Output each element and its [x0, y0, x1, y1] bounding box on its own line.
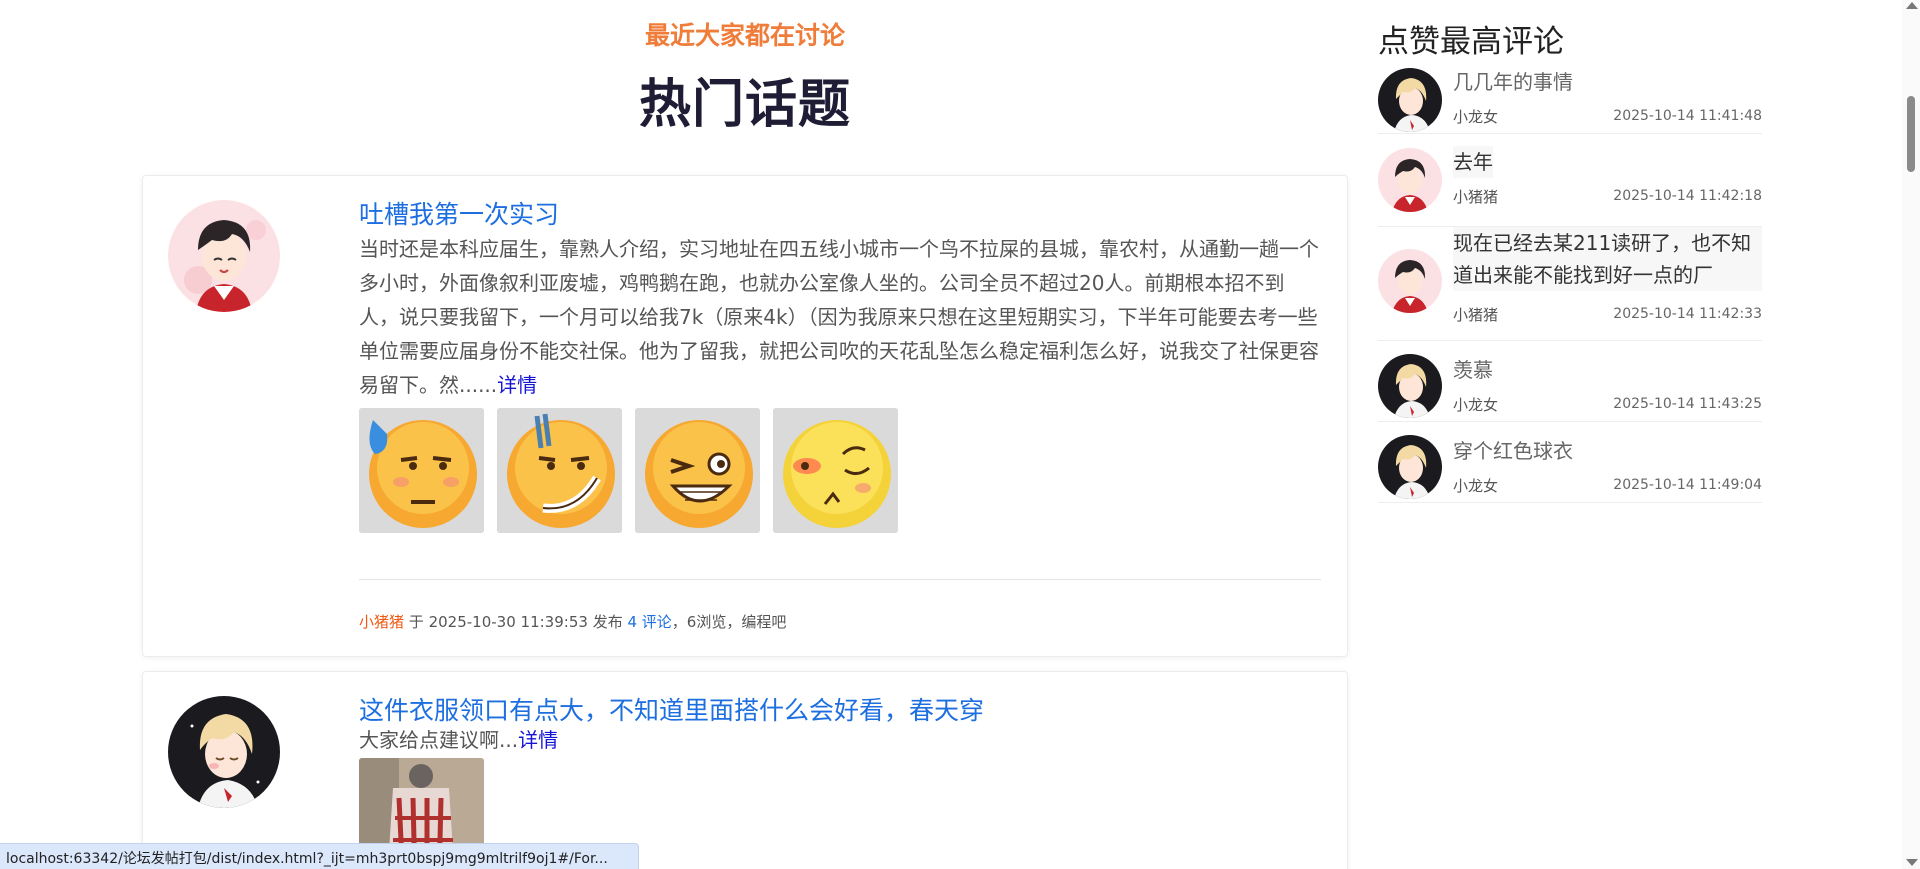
- commenter-avatar[interactable]: [1378, 249, 1442, 313]
- post-title-link[interactable]: 这件衣服领口有点大，不知道里面搭什么会好看，春天穿: [359, 694, 984, 728]
- post-card: 吐槽我第一次实习 当时还是本科应届生，靠熟人介绍，实习地址在四五线小城市一个鸟不…: [142, 175, 1348, 657]
- comment-text[interactable]: 现在已经去某211读研了，也不知道出来能不能找到好一点的厂: [1453, 227, 1762, 291]
- post-excerpt-text: 大家给点建议啊...: [359, 728, 519, 752]
- top-comments-list: 几几年的事情 小龙女 2025-10-14 11:41:48 去年 小猪猪 20…: [1378, 66, 1762, 503]
- meta-published: 发布: [592, 613, 623, 631]
- comment-text[interactable]: 去年: [1453, 146, 1493, 178]
- comment-time: 2025-10-14 11:49:04: [1613, 477, 1762, 493]
- post-date: 2025-10-30 11:39:53: [428, 613, 588, 631]
- detail-link[interactable]: 详情: [518, 728, 558, 752]
- comment-user: 小龙女: [1453, 396, 1499, 414]
- post-image-thumbnail[interactable]: [359, 408, 484, 533]
- post-image-thumbnail[interactable]: [635, 408, 760, 533]
- comment-item: 羡慕 小龙女 2025-10-14 11:43:25: [1378, 341, 1762, 422]
- forum-page: 最近大家都在讨论 热门话题 吐槽我第一次实习 当时还是本科应届生，靠熟人介绍，实…: [0, 0, 1920, 869]
- comment-time: 2025-10-14 11:41:48: [1613, 108, 1762, 124]
- page-scrollbar[interactable]: [1902, 0, 1920, 869]
- comment-item: 穿个红色球衣 小龙女 2025-10-14 11:49:04: [1378, 422, 1762, 503]
- post-excerpt: 大家给点建议啊...详情: [359, 728, 1321, 752]
- scroll-down-arrow-icon[interactable]: [1906, 859, 1918, 866]
- comment-time: 2025-10-14 11:42:33: [1613, 306, 1762, 322]
- sidebar-title: 点赞最高评论: [1378, 24, 1564, 60]
- commenter-avatar[interactable]: [1378, 68, 1442, 132]
- scrollbar-thumb[interactable]: [1907, 96, 1915, 172]
- post-comments-link[interactable]: 4 评论: [627, 613, 671, 631]
- section-subtitle: 最近大家都在讨论: [644, 21, 845, 50]
- comment-text[interactable]: 几几年的事情: [1453, 66, 1573, 98]
- author-avatar[interactable]: [168, 200, 280, 312]
- comment-item: 去年 小猪猪 2025-10-14 11:42:18: [1378, 146, 1762, 227]
- post-meta: 小猪猪 于 2025-10-30 11:39:53 发布 4 评论，6浏览，编程…: [359, 611, 786, 632]
- comment-text[interactable]: 羡慕: [1453, 354, 1493, 386]
- scroll-up-arrow-icon[interactable]: [1906, 2, 1918, 9]
- commenter-avatar[interactable]: [1378, 354, 1442, 418]
- meta-at: 于: [408, 613, 424, 631]
- comment-time: 2025-10-14 11:42:18: [1613, 188, 1762, 204]
- comment-user: 小龙女: [1453, 108, 1499, 126]
- status-bar-url: localhost:63342/论坛发帖打包/dist/index.html?_…: [0, 843, 639, 869]
- section-title: 热门话题: [638, 75, 851, 135]
- post-card: 这件衣服领口有点大，不知道里面搭什么会好看，春天穿 大家给点建议啊...详情: [142, 671, 1348, 869]
- post-divider: [359, 579, 1321, 580]
- post-author-link[interactable]: 小猪猪: [359, 613, 404, 631]
- comment-time: 2025-10-14 11:43:25: [1613, 396, 1762, 412]
- post-title-link[interactable]: 吐槽我第一次实习: [359, 198, 559, 232]
- comment-item: 现在已经去某211读研了，也不知道出来能不能找到好一点的厂 小猪猪 2025-1…: [1378, 227, 1762, 341]
- post-excerpt: 当时还是本科应届生，靠熟人介绍，实习地址在四五线小城市一个鸟不拉屎的县城，靠农村…: [359, 232, 1321, 402]
- comment-user: 小猪猪: [1453, 188, 1499, 206]
- author-avatar[interactable]: [168, 696, 280, 808]
- comment-item: 几几年的事情 小龙女 2025-10-14 11:41:48: [1378, 66, 1762, 134]
- comment-user: 小龙女: [1453, 477, 1499, 495]
- comment-text[interactable]: 穿个红色球衣: [1453, 435, 1573, 467]
- comment-user: 小猪猪: [1453, 306, 1499, 324]
- post-meta-stats: ，6浏览，编程吧: [671, 613, 787, 631]
- detail-link[interactable]: 详情: [497, 373, 537, 397]
- commenter-avatar[interactable]: [1378, 148, 1442, 212]
- post-image-thumbnail[interactable]: [773, 408, 898, 533]
- post-images: [359, 408, 1321, 533]
- commenter-avatar[interactable]: [1378, 435, 1442, 499]
- post-image-thumbnail[interactable]: [497, 408, 622, 533]
